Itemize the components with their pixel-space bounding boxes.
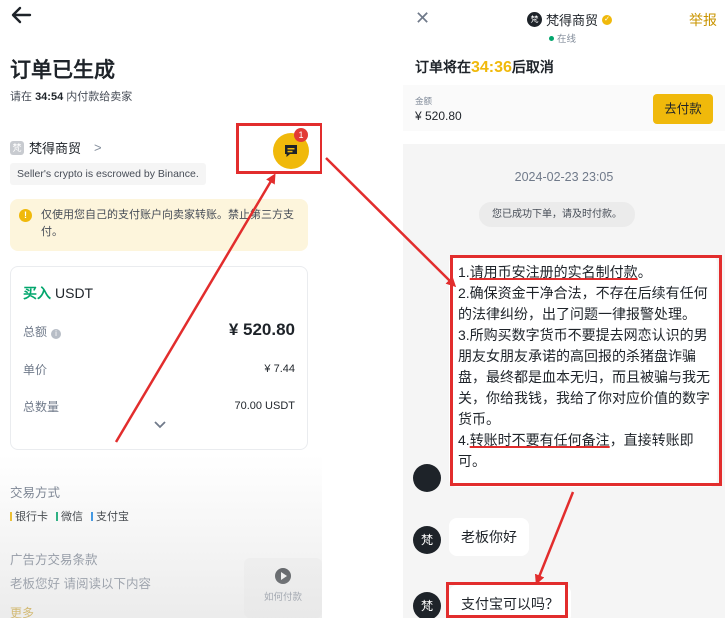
highlight-box-message: [450, 255, 722, 486]
highlight-box-question: [446, 582, 568, 618]
order-type: 买入 USDT: [23, 283, 93, 303]
info-icon[interactable]: i: [51, 329, 62, 339]
warning-text: 仅使用您自己的支付账户向卖家转账。禁止第三方支付。: [41, 209, 294, 238]
highlight-box-chat-button: [236, 123, 322, 174]
how-to-pay-button[interactable]: 如何付款: [244, 558, 322, 618]
quantity-label: 总数量: [23, 400, 60, 414]
how-to-pay-label: 如何付款: [263, 592, 302, 603]
terms-title: 广告方交易条款: [10, 553, 98, 567]
online-dot-icon: [549, 35, 554, 41]
chat-page-panel: ✕ 梵 梵得商贸 ✓ 在线 举报 订单将在34:36后取消 金额 ¥ 520.8…: [403, 0, 725, 618]
payment-deadline-timer: 34:54: [35, 91, 64, 103]
method-color-bar: [91, 511, 93, 521]
merchant-logo-icon: 梵: [10, 140, 24, 155]
report-button[interactable]: 举报: [689, 10, 717, 30]
chevron-right-icon: >: [94, 140, 102, 155]
coin-label: USDT: [55, 285, 94, 301]
amount-label: 金额: [415, 96, 433, 106]
merchant-link[interactable]: 梵 梵得商贸 >: [10, 138, 102, 157]
payment-method-alipay: 支付宝: [91, 508, 129, 524]
close-icon[interactable]: ✕: [415, 8, 430, 29]
merchant-name: 梵得商贸: [29, 141, 82, 156]
chat-header: 梵 梵得商贸 ✓: [527, 10, 613, 29]
payment-method-bank: 银行卡: [10, 508, 48, 524]
online-status: 在线: [549, 31, 576, 45]
back-arrow-icon[interactable]: [8, 2, 34, 28]
payment-methods-list: 银行卡 微信 支付宝: [10, 508, 129, 524]
total-label: 总额 i: [23, 323, 62, 340]
chat-timestamp: 2024-02-23 23:05: [514, 170, 614, 184]
amount-value: ¥ 520.80: [415, 109, 462, 123]
message-greeting: 老板你好: [449, 518, 529, 556]
order-summary-card: 买入 USDT 总额 i ¥ 520.80 单价 ¥ 7.44 总数量 70.00 …: [10, 266, 308, 450]
warning-banner: ! 仅使用您自己的支付账户向卖家转账。禁止第三方支付。: [10, 199, 308, 251]
merchant-avatar: 梵: [527, 12, 542, 27]
go-pay-button[interactable]: 去付款: [653, 94, 713, 124]
play-icon: [275, 568, 291, 584]
avatar: 梵: [413, 526, 441, 554]
method-color-bar: [10, 511, 12, 521]
escrow-notice: Seller's crypto is escrowed by Binance.: [10, 163, 206, 185]
system-message: 您已成功下单，请及时付款。: [479, 202, 635, 227]
payment-methods-title: 交易方式: [10, 486, 61, 500]
merchant-name: 梵得商贸: [546, 13, 599, 28]
chat-messages: 2024-02-23 23:05 您已成功下单，请及时付款。 1.请用币安注册的…: [403, 144, 725, 618]
total-amount: ¥ 520.80: [228, 320, 295, 339]
cancel-countdown: 订单将在34:36后取消: [415, 59, 554, 76]
avatar: [413, 464, 441, 492]
order-page-panel: 订单已生成 请在 34:54 内付款给卖家 梵 梵得商贸 > Seller's …: [0, 0, 322, 618]
more-link[interactable]: 更多: [10, 604, 34, 618]
payment-method-wechat: 微信: [56, 508, 83, 524]
buy-label: 买入: [23, 285, 51, 301]
payment-deadline-hint: 请在 34:54 内付款给卖家: [10, 91, 133, 103]
terms-text: 老板您好 请阅读以下内容: [10, 577, 151, 591]
cancel-timer: 34:36: [471, 59, 512, 76]
method-color-bar: [56, 511, 58, 521]
avatar: 梵: [413, 592, 441, 618]
price-value: ¥ 7.44: [264, 363, 295, 375]
price-label: 单价: [23, 363, 48, 377]
verified-icon: ✓: [602, 14, 613, 25]
quantity-value: 70.00 USDT: [234, 400, 295, 412]
chevron-down-icon[interactable]: [154, 421, 166, 429]
page-title: 订单已生成: [10, 59, 115, 82]
warning-icon: !: [19, 209, 32, 222]
